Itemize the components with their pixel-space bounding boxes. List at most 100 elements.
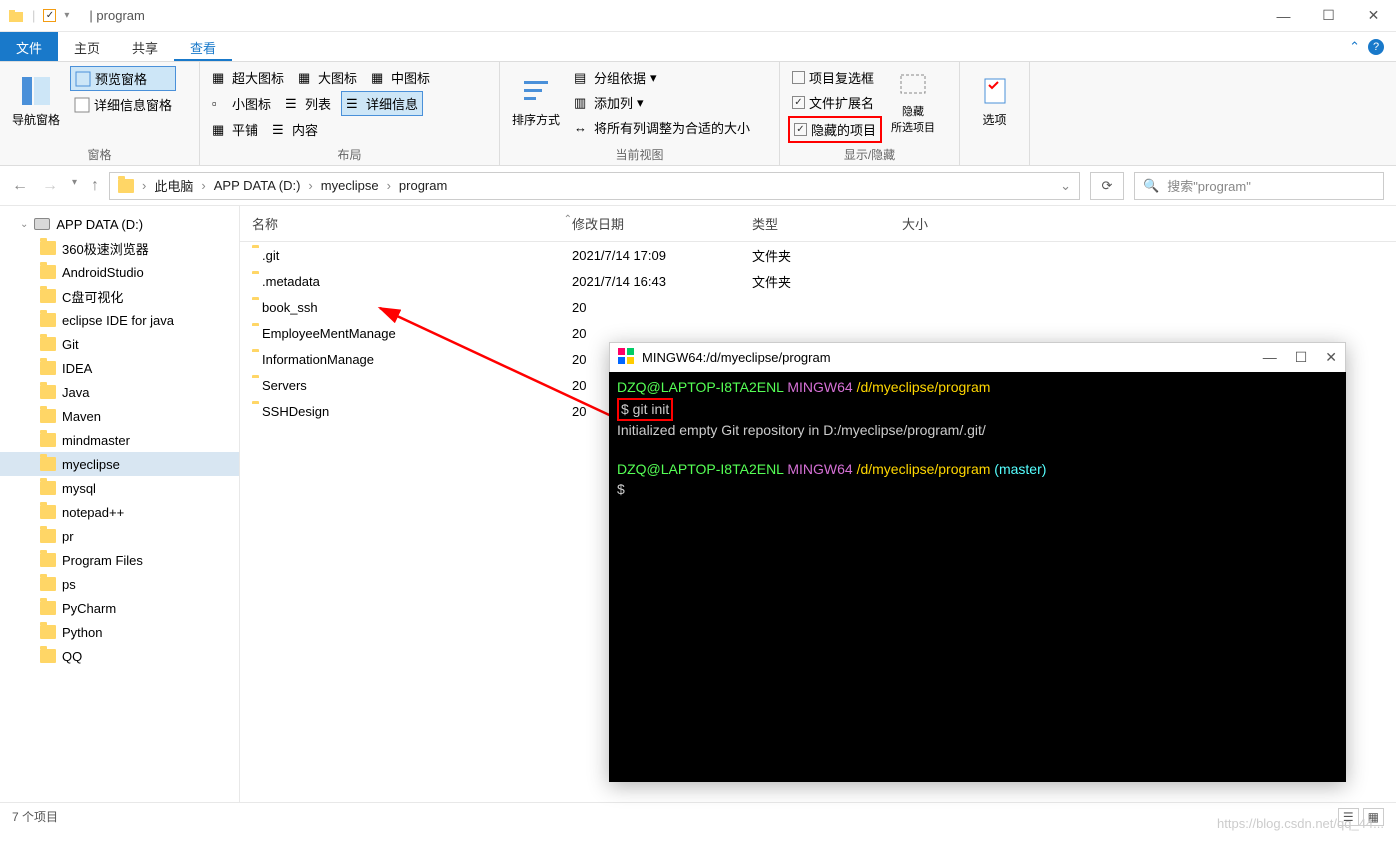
crumb[interactable]: program	[399, 178, 447, 193]
statusbar: 7 个项目 ☰▦	[0, 802, 1396, 830]
up-button[interactable]: ↑	[91, 177, 99, 195]
group-pane-label: 窗格	[8, 144, 191, 165]
sidebar-item[interactable]: Git	[0, 332, 239, 356]
sidebar[interactable]: ⌄ APP DATA (D:) 360极速浏览器AndroidStudioC盘可…	[0, 206, 240, 802]
refresh-button[interactable]: ⟳	[1090, 172, 1124, 200]
col-type[interactable]: 类型	[752, 214, 902, 233]
sidebar-item[interactable]: Java	[0, 380, 239, 404]
crumb[interactable]: APP DATA (D:)	[214, 178, 301, 193]
fitcol-icon: ↔	[574, 120, 590, 136]
crumb[interactable]: 此电脑	[154, 176, 193, 195]
sidebar-item[interactable]: AndroidStudio	[0, 260, 239, 284]
layout-xl[interactable]: ▦超大图标	[208, 66, 288, 89]
terminal-close[interactable]: ✕	[1325, 349, 1337, 366]
group-view-label: 当前视图	[508, 144, 771, 165]
qat-dropdown-icon[interactable]: ▾	[64, 10, 69, 21]
sidebar-item[interactable]: myeclipse	[0, 452, 239, 476]
tab-file[interactable]: 文件	[0, 32, 58, 61]
add-column-button[interactable]: ▥添加列 ▾	[570, 91, 754, 114]
recent-dropdown[interactable]: ▾	[72, 177, 77, 195]
sidebar-item[interactable]: mindmaster	[0, 428, 239, 452]
close-button[interactable]: ✕	[1351, 1, 1396, 31]
maximize-button[interactable]: ☐	[1306, 1, 1351, 31]
tab-share[interactable]: 共享	[116, 32, 174, 61]
file-row[interactable]: .metadata2021/7/14 16:43文件夹	[240, 268, 1396, 294]
tab-view[interactable]: 查看	[174, 32, 232, 61]
sidebar-item[interactable]: notepad++	[0, 500, 239, 524]
sort-button[interactable]: 排序方式	[508, 66, 564, 136]
sidebar-item[interactable]: Program Files	[0, 548, 239, 572]
sidebar-item[interactable]: IDEA	[0, 356, 239, 380]
addcol-icon: ▥	[574, 95, 590, 111]
hidden-items-toggle[interactable]: 隐藏的项目	[788, 116, 882, 143]
file-extensions-toggle[interactable]: 文件扩展名	[788, 91, 882, 114]
forward-button[interactable]: →	[42, 177, 58, 195]
file-row[interactable]: .git2021/7/14 17:09文件夹	[240, 242, 1396, 268]
layout-detail[interactable]: ☰详细信息	[341, 91, 423, 116]
item-checkboxes-toggle[interactable]: 项目复选框	[788, 66, 882, 89]
lg-icon: ▦	[298, 70, 314, 86]
fit-columns-button[interactable]: ↔将所有列调整为合适的大小	[570, 116, 754, 139]
sidebar-item[interactable]: PyCharm	[0, 596, 239, 620]
crumb[interactable]: myeclipse	[321, 178, 379, 193]
collapse-ribbon-icon[interactable]: ⌃	[1349, 39, 1360, 55]
folder-icon	[40, 361, 56, 375]
terminal-body[interactable]: DZQ@LAPTOP-I8TA2ENL MINGW64 /d/myeclipse…	[609, 372, 1346, 782]
folder-icon	[118, 179, 134, 193]
terminal-minimize[interactable]: —	[1263, 349, 1277, 366]
terminal-title: MINGW64:/d/myeclipse/program	[642, 350, 831, 365]
folder-icon	[40, 313, 56, 327]
md-icon: ▦	[371, 70, 387, 86]
sidebar-root[interactable]: ⌄ APP DATA (D:)	[0, 212, 239, 236]
layout-sm[interactable]: ▫小图标	[208, 91, 275, 116]
col-name[interactable]: 名称 ⌃	[252, 214, 572, 233]
search-input[interactable]: 🔍 搜索"program"	[1134, 172, 1384, 200]
options-button[interactable]: 选项	[968, 66, 1021, 136]
details-pane-button[interactable]: 详细信息窗格	[70, 93, 176, 116]
col-date[interactable]: 修改日期	[572, 214, 752, 233]
sidebar-item[interactable]: Python	[0, 620, 239, 644]
sidebar-item[interactable]: 360极速浏览器	[0, 236, 239, 260]
layout-list[interactable]: ☰列表	[281, 91, 335, 116]
ribbon-tabs: 文件 主页 共享 查看 ⌃ ?	[0, 32, 1396, 62]
layout-lg[interactable]: ▦大图标	[294, 66, 361, 89]
xl-icon: ▦	[212, 70, 228, 86]
help-icon[interactable]: ?	[1368, 39, 1384, 55]
nav-pane-button[interactable]: 导航窗格	[8, 66, 64, 136]
qat-divider: |	[32, 8, 35, 23]
minimize-button[interactable]: —	[1261, 1, 1306, 31]
watermark: https://blog.csdn.net/qq_44...	[1217, 816, 1384, 831]
file-row[interactable]: book_ssh20	[240, 294, 1396, 320]
layout-md[interactable]: ▦中图标	[367, 66, 434, 89]
sidebar-item[interactable]: eclipse IDE for java	[0, 308, 239, 332]
folder-icon	[40, 457, 56, 471]
qat-check-icon[interactable]	[43, 9, 56, 22]
details-pane-icon	[74, 97, 90, 113]
back-button[interactable]: ←	[12, 177, 28, 195]
group-by-button[interactable]: ▤分组依据 ▾	[570, 66, 754, 89]
folder-icon	[40, 409, 56, 423]
sidebar-item[interactable]: pr	[0, 524, 239, 548]
tab-home[interactable]: 主页	[58, 32, 116, 61]
collapse-icon[interactable]: ⌄	[20, 219, 28, 230]
terminal-titlebar[interactable]: MINGW64:/d/myeclipse/program — ☐ ✕	[609, 342, 1346, 372]
address-dropdown-icon[interactable]: ⌄	[1060, 178, 1071, 194]
col-size[interactable]: 大小	[902, 214, 1002, 233]
folder-icon	[40, 601, 56, 615]
sidebar-item[interactable]: QQ	[0, 644, 239, 668]
addressbar[interactable]: › 此电脑› APP DATA (D:)› myeclipse› program…	[109, 172, 1080, 200]
sidebar-item[interactable]: ps	[0, 572, 239, 596]
sidebar-item[interactable]: Maven	[0, 404, 239, 428]
terminal-maximize[interactable]: ☐	[1295, 349, 1308, 366]
layout-content[interactable]: ☰内容	[268, 118, 322, 141]
hide-selected-button[interactable]: 隐藏 所选项目	[888, 66, 938, 136]
file-header[interactable]: 名称 ⌃ 修改日期 类型 大小	[240, 206, 1396, 242]
preview-pane-button[interactable]: 预览窗格	[70, 66, 176, 91]
sidebar-item[interactable]: mysql	[0, 476, 239, 500]
folder-icon	[40, 241, 56, 255]
sidebar-item[interactable]: C盘可视化	[0, 284, 239, 308]
ribbon: 导航窗格 预览窗格 详细信息窗格 窗格 ▦超大图标 ▦大图标 ▦中图标 ▫小图标…	[0, 62, 1396, 166]
navbar: ← → ▾ ↑ › 此电脑› APP DATA (D:)› myeclipse›…	[0, 166, 1396, 206]
checkbox-icon	[792, 71, 805, 84]
layout-tiles[interactable]: ▦平铺	[208, 118, 262, 141]
